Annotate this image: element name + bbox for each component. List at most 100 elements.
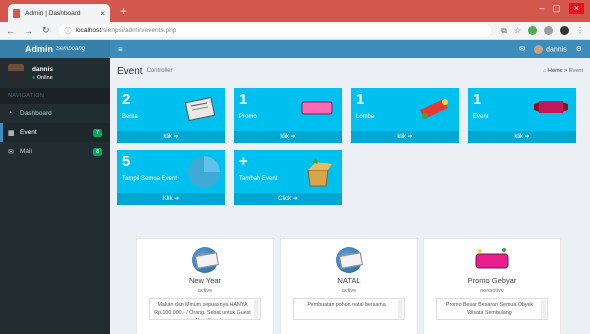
sidebar-item-label: Mail — [20, 148, 32, 155]
window-controls: – ▢ × — [539, 3, 584, 14]
logo[interactable]: Admin Semboang — [0, 40, 110, 58]
arrow-circle-icon: ➜ — [292, 196, 298, 202]
mail-icon: ✉ — [8, 148, 14, 156]
box-label: Tambah Event — [239, 176, 278, 182]
box-footer-label: Click — [278, 196, 292, 202]
box-footer-link[interactable]: klik ➜ — [234, 131, 342, 143]
breadcrumb-home[interactable]: Home — [548, 68, 563, 74]
card-title: NATAL — [337, 276, 361, 285]
home-icon: ⌂ — [543, 68, 547, 74]
card-image — [137, 247, 273, 273]
promo-icon — [475, 248, 509, 269]
browser-tab-bar: Admin | Dashboard × + – ▢ × — [0, 0, 590, 22]
box-show-all[interactable]: 5 Tampil Semua Event Klik ➜ — [117, 150, 225, 205]
card-title: Promo Gebyar — [467, 276, 517, 285]
stat-boxes: 2 Berita klik ➜ 1 Promo klik ➜ 1 Lomba k… — [110, 84, 590, 234]
box-count: 1 — [239, 91, 248, 108]
sidebar-item-event[interactable]: ▦ Event 7 — [0, 123, 110, 142]
box-lomba[interactable]: 1 Lomba klik ➜ — [351, 88, 459, 143]
browser-tab[interactable]: Admin | Dashboard × — [8, 4, 110, 22]
maximize-icon[interactable]: ▢ — [552, 3, 561, 14]
box-footer-label: klik — [514, 134, 523, 140]
arrow-circle-icon: ➜ — [174, 196, 180, 202]
new-tab-icon[interactable]: + — [120, 4, 127, 18]
info-icon: ⓘ — [64, 27, 72, 35]
box-footer-label: klik — [163, 134, 172, 140]
event-ribbon-icon — [534, 101, 568, 113]
scrollbar[interactable] — [254, 300, 259, 318]
box-add-event[interactable]: + Tambah Event Click ➜ — [234, 150, 342, 205]
box-footer-link[interactable]: klik ➜ — [468, 131, 576, 143]
hamburger-icon[interactable]: ≡ — [118, 45, 123, 54]
close-tab-icon[interactable]: × — [100, 9, 105, 18]
card-title: New Year — [188, 276, 222, 285]
content-header: Event Controller ⌂ Home > Event — [110, 58, 590, 84]
sidebar-item-label: Event — [20, 129, 37, 136]
url-path: /sienpsi/admin/events.php — [101, 27, 177, 34]
close-window-icon[interactable]: × — [568, 3, 584, 14]
back-icon[interactable]: ← — [6, 26, 15, 36]
breadcrumb-current: Event — [568, 68, 583, 74]
box-count: 2 — [122, 91, 131, 108]
logo-bold: Admin — [24, 44, 53, 54]
card-description-text: Makan dan Minum sepuasnya HANYA Rp.100.0… — [154, 302, 251, 319]
box-footer-link[interactable]: klik ➜ — [351, 131, 459, 143]
user-avatar-icon — [534, 44, 544, 54]
settings-icon[interactable]: ⚙ — [576, 45, 582, 53]
card-image — [424, 247, 560, 273]
contest-icon — [420, 98, 448, 120]
box-count: 1 — [356, 91, 365, 108]
address-bar: ← → ↻ ⓘ localhost /sienpsi/admin/events.… — [0, 22, 590, 40]
box-footer-link[interactable]: Click ➜ — [234, 193, 342, 205]
box-label: Promo — [239, 114, 257, 120]
newspaper-icon — [184, 96, 216, 122]
breadcrumb: ⌂ Home > Event — [543, 68, 583, 74]
card-description[interactable]: Promo Besar Besaran Semua Obyek Wisata S… — [436, 298, 548, 320]
user-status: Online — [36, 74, 53, 81]
tab-title: Admin | Dashboard — [25, 9, 81, 17]
box-label: Tampil Semua Event — [122, 176, 178, 182]
extension-icon[interactable] — [544, 26, 553, 35]
sidebar-item-mail[interactable]: ✉ Mail 8 — [0, 142, 110, 161]
box-footer-label: klik — [280, 134, 289, 140]
box-footer-link[interactable]: Klik ➜ — [117, 193, 225, 205]
page-subtitle: Controller — [146, 68, 173, 74]
reload-icon[interactable]: ↻ — [42, 25, 50, 36]
translate-icon[interactable]: ⧉ — [501, 26, 507, 36]
box-footer-label: Klik — [162, 196, 173, 202]
promo-icon — [301, 101, 333, 115]
url-field[interactable]: ⓘ localhost /sienpsi/admin/events.php — [58, 24, 492, 37]
scrollbar[interactable] — [398, 300, 403, 318]
event-card[interactable]: Promo Gebyar nonactive Promo Besar Besar… — [423, 238, 561, 334]
forward-icon[interactable]: → — [24, 26, 33, 36]
card-description[interactable]: Makan dan Minum sepuasnya HANYA Rp.100.0… — [149, 298, 261, 320]
menu-icon[interactable]: ⋮ — [576, 26, 584, 35]
arrow-circle-icon: ➜ — [407, 134, 413, 140]
notification-icon[interactable]: ✉ — [519, 45, 525, 53]
extension-icon[interactable] — [528, 26, 537, 35]
globe-news-icon — [336, 247, 363, 273]
scrollbar[interactable] — [541, 300, 546, 318]
nav-header: NAVIGATION — [0, 88, 110, 104]
event-badge: 7 — [92, 128, 102, 137]
box-promo[interactable]: 1 Promo klik ➜ — [234, 88, 342, 143]
box-footer-label: klik — [397, 134, 406, 140]
online-dot-icon: ● — [32, 74, 36, 81]
arrow-circle-icon: ➜ — [524, 134, 530, 140]
event-card[interactable]: New Year active Makan dan Minum sepuasny… — [136, 238, 274, 334]
box-label: Berita — [122, 114, 138, 120]
user-menu[interactable]: dannis — [534, 44, 567, 54]
profile-icon[interactable] — [560, 26, 569, 35]
url-host: localhost — [75, 27, 102, 34]
sidebar-item-dashboard[interactable]: ◔ Dashboard — [0, 104, 110, 123]
avatar — [8, 64, 24, 82]
box-footer-link[interactable]: klik ➜ — [117, 131, 225, 143]
card-description[interactable]: Pembuatan pohon natal bersama — [293, 298, 405, 320]
star-icon[interactable]: ☆ — [514, 26, 521, 35]
box-event[interactable]: 1 Event klik ➜ — [468, 88, 576, 143]
minimize-icon[interactable]: – — [539, 3, 544, 14]
sidebar-item-label: Dashboard — [20, 110, 52, 117]
event-card[interactable]: NATAL active Pembuatan pohon natal bersa… — [280, 238, 418, 334]
box-berita[interactable]: 2 Berita klik ➜ — [117, 88, 225, 143]
box-package-icon — [307, 158, 332, 187]
